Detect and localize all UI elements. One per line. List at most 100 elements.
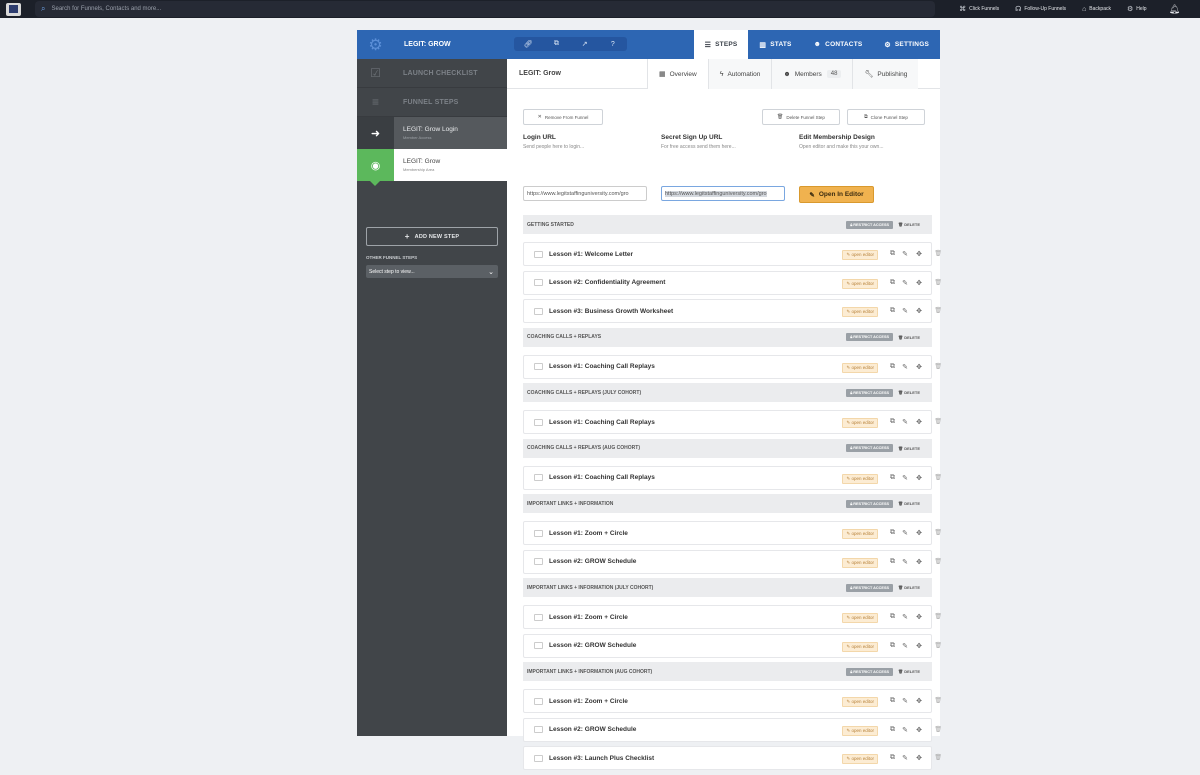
delete-module-button[interactable]: 🗑︎ DELETE <box>898 446 920 451</box>
copy-icon[interactable]: ⧉ <box>890 474 895 482</box>
copy-icon[interactable]: ⧉ <box>890 529 895 537</box>
delete-module-button[interactable]: 🗑︎ DELETE <box>898 390 920 395</box>
lesson-row[interactable]: Lesson #1: Welcome Letter ✎ open editor ⧉ ✎… <box>523 242 942 266</box>
tab-steps[interactable]: ☰ STEPS <box>693 30 749 59</box>
trash-icon[interactable]: 🗑︎ <box>934 307 942 314</box>
move-icon[interactable]: ✥ <box>916 642 922 650</box>
nav-backpack[interactable]: ⌂ Backpack <box>1082 6 1111 13</box>
nav-help[interactable]: ⚙ Help <box>1127 5 1147 13</box>
tab-stats[interactable]: ▥ STATS <box>748 30 802 59</box>
move-icon[interactable]: ✥ <box>916 754 922 762</box>
open-editor-button[interactable]: ✎ open editor <box>842 754 878 764</box>
delete-funnel-step-button[interactable]: 🗑︎ Delete Funnel Step <box>762 109 840 125</box>
move-icon[interactable]: ✥ <box>916 558 922 566</box>
copy-icon[interactable]: ⧉ <box>890 250 895 258</box>
funnel-step-membership[interactable]: ◉ LEGIT: Grow Membership Area <box>357 149 507 186</box>
lesson-row[interactable]: Lesson #1: Coaching Call Replays ✎ open e… <box>523 354 942 379</box>
edit-icon[interactable]: ✎ <box>902 363 908 371</box>
bell-icon[interactable]: 🔔︎ <box>1169 4 1180 15</box>
move-icon[interactable]: ✥ <box>916 697 922 705</box>
move-icon[interactable]: ✥ <box>916 307 922 315</box>
copy-icon[interactable]: ⧉ <box>542 37 570 51</box>
restrict-access-button[interactable]: 🔒︎ RESTRICT ACCESS <box>846 499 894 508</box>
copy-icon[interactable]: ⧉ <box>890 307 895 315</box>
restrict-access-button[interactable]: 🔒︎ RESTRICT ACCESS <box>846 333 894 341</box>
tab-members[interactable]: ☻ Members 48 <box>771 59 852 89</box>
tab-overview[interactable]: ▦ Overview <box>647 59 708 89</box>
edit-icon[interactable]: ✎ <box>902 418 908 426</box>
lesson-row[interactable]: Lesson #2: GROW Schedule ✎ open editor ⧉ ✎ ✥… <box>523 717 942 742</box>
tab-automation[interactable]: ϟ Automation <box>707 59 772 89</box>
trash-icon[interactable]: 🗑︎ <box>934 363 942 370</box>
open-editor-button[interactable]: ✎ open editor <box>842 725 878 736</box>
trash-icon[interactable]: 🗑︎ <box>934 250 942 257</box>
move-icon[interactable]: ✥ <box>916 279 922 287</box>
lesson-row[interactable]: Lesson #1: Coaching Call Replays ✎ open e… <box>523 410 942 434</box>
open-editor-button[interactable]: ✎ open editor <box>842 529 878 539</box>
tab-settings[interactable]: ⚙ SETTINGS <box>873 30 940 59</box>
login-url-field[interactable]: https://www.legitstaffinguniversity.com/… <box>523 186 647 201</box>
copy-icon[interactable]: ⧉ <box>890 558 895 566</box>
open-editor-button[interactable]: ✎ open editor <box>842 557 878 568</box>
lesson-row[interactable]: Lesson #2: GROW Schedule ✎ open editor ⧉ ✎ ✥… <box>523 633 942 658</box>
lesson-row[interactable]: Lesson #1: Zoom + Circle ✎ open editor ⧉ ✎ ✥… <box>523 689 942 713</box>
tab-publishing[interactable]: 🔧︎ Publishing <box>852 59 918 89</box>
lesson-row[interactable]: Lesson #1: Coaching Call Replays ✎ open e… <box>523 465 942 490</box>
open-editor-button[interactable]: ✎ open editor <box>842 641 878 652</box>
open-editor-button[interactable]: ✎ open editor <box>842 418 878 428</box>
edit-icon[interactable]: ✎ <box>902 250 908 258</box>
restrict-access-button[interactable]: 🔒︎ RESTRICT ACCESS <box>846 444 894 452</box>
copy-icon[interactable]: ⧉ <box>890 726 895 734</box>
open-editor-button[interactable]: ✎ open editor <box>842 362 878 373</box>
sidebar-item-funnel-steps[interactable]: ≡ FUNNEL STEPS <box>357 88 507 117</box>
lesson-row[interactable]: Lesson #1: Zoom + Circle ✎ open editor ⧉ ✎ ✥… <box>523 521 942 545</box>
trash-icon[interactable]: 🗑︎ <box>934 697 942 704</box>
open-editor-button[interactable]: ✎ open editor <box>842 613 878 623</box>
open-in-editor-button[interactable]: ✎ Open In Editor <box>799 186 874 203</box>
edit-icon[interactable]: ✎ <box>902 474 908 482</box>
restrict-access-button[interactable]: 🔒︎ RESTRICT ACCESS <box>846 220 894 229</box>
help-icon[interactable]: ? <box>599 37 627 51</box>
move-icon[interactable]: ✥ <box>916 250 922 258</box>
edit-icon[interactable]: ✎ <box>902 697 908 705</box>
link-icon[interactable]: 🔗︎ <box>514 37 542 51</box>
restrict-access-button[interactable]: 🔒︎ RESTRICT ACCESS <box>846 583 894 592</box>
clickfunnels-logo[interactable] <box>6 2 21 16</box>
open-editor-button[interactable]: ✎ open editor <box>842 697 878 707</box>
trash-icon[interactable]: 🗑︎ <box>934 754 942 761</box>
restrict-access-button[interactable]: 🔒︎ RESTRICT ACCESS <box>846 388 894 397</box>
delete-module-button[interactable]: 🗑︎ DELETE <box>898 585 920 590</box>
trash-icon[interactable]: 🗑︎ <box>934 726 942 733</box>
move-icon[interactable]: ✥ <box>916 726 922 734</box>
open-editor-button[interactable]: ✎ open editor <box>842 250 878 260</box>
funnel-step-login[interactable]: ➜ LEGIT: Grow Login Member Access <box>357 117 507 149</box>
sidebar-item-launch-checklist[interactable]: ☑ LAUNCH CHECKLIST <box>357 59 507 88</box>
move-icon[interactable]: ✥ <box>916 363 922 371</box>
delete-module-button[interactable]: 🗑︎ DELETE <box>898 501 920 506</box>
lesson-row[interactable]: Lesson #2: Confidentiality Agreement ✎ op… <box>523 270 942 295</box>
edit-icon[interactable]: ✎ <box>902 613 908 621</box>
search-input[interactable]: ⌕ Search for Funnels, Contacts and more.… <box>35 1 935 17</box>
signup-url-field[interactable]: https://www.legitstaffinguniversity.com/… <box>661 186 785 201</box>
trash-icon[interactable]: 🗑︎ <box>934 418 942 425</box>
add-new-step-button[interactable]: + ADD NEW STEP <box>366 227 498 246</box>
open-editor-button[interactable]: ✎ open editor <box>842 278 878 289</box>
edit-icon[interactable]: ✎ <box>902 754 908 762</box>
move-icon[interactable]: ✥ <box>916 418 922 426</box>
delete-module-button[interactable]: 🗑︎ DELETE <box>898 222 920 227</box>
move-icon[interactable]: ✥ <box>916 474 922 482</box>
clone-funnel-step-button[interactable]: ⧉ Clone Funnel Step <box>847 109 925 125</box>
tab-contacts[interactable]: ☻ CONTACTS <box>803 30 874 59</box>
restrict-access-button[interactable]: 🔒︎ RESTRICT ACCESS <box>846 667 894 676</box>
move-icon[interactable]: ✥ <box>916 529 922 537</box>
open-editor-button[interactable]: ✎ open editor <box>842 473 878 484</box>
copy-icon[interactable]: ⧉ <box>890 279 895 287</box>
edit-icon[interactable]: ✎ <box>902 307 908 315</box>
nav-follow-up-funnels[interactable]: ☊ Follow-Up Funnels <box>1015 5 1066 13</box>
delete-module-button[interactable]: 🗑︎ DELETE <box>898 669 920 674</box>
edit-icon[interactable]: ✎ <box>902 642 908 650</box>
copy-icon[interactable]: ⧉ <box>890 418 895 426</box>
trash-icon[interactable]: 🗑︎ <box>934 642 942 649</box>
lesson-row[interactable]: Lesson #2: GROW Schedule ✎ open editor ⧉ ✎ ✥… <box>523 549 942 574</box>
remove-from-funnel-button[interactable]: ✕ Remove From Funnel <box>523 109 603 125</box>
